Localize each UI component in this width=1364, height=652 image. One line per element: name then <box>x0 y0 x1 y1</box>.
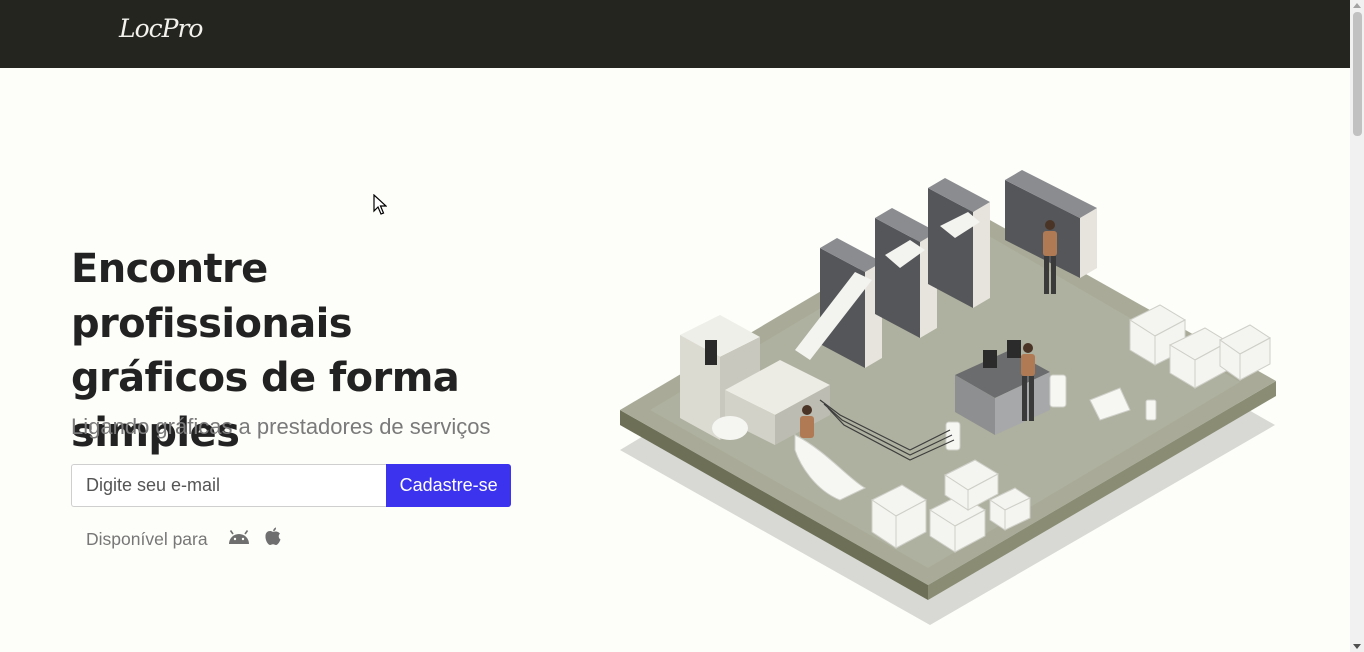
signup-button[interactable]: Cadastre-se <box>386 464 511 507</box>
scrollbar-thumb[interactable] <box>1353 12 1362 136</box>
press-unit-2 <box>875 208 937 338</box>
worker-figure <box>800 405 814 438</box>
availability-row: Disponível para <box>86 526 292 552</box>
availability-label: Disponível para <box>86 528 208 549</box>
printing-factory-illustration <box>620 170 1276 625</box>
apple-icon[interactable] <box>264 527 282 552</box>
mouse-cursor-icon <box>373 193 388 221</box>
email-input[interactable] <box>71 464 387 507</box>
hero-subtitle: Ligando gráficas a prestadores de serviç… <box>71 414 491 439</box>
press-unit-3 <box>928 178 990 308</box>
scroll-up-icon[interactable] <box>1353 3 1361 8</box>
navbar: LocPro <box>0 0 1350 68</box>
scroll-down-icon[interactable] <box>1353 644 1361 649</box>
vertical-scrollbar[interactable] <box>1350 0 1364 652</box>
android-icon[interactable] <box>227 529 251 550</box>
signup-form: Cadastre-se <box>71 464 511 507</box>
brand-logo[interactable]: LocPro <box>119 14 203 43</box>
